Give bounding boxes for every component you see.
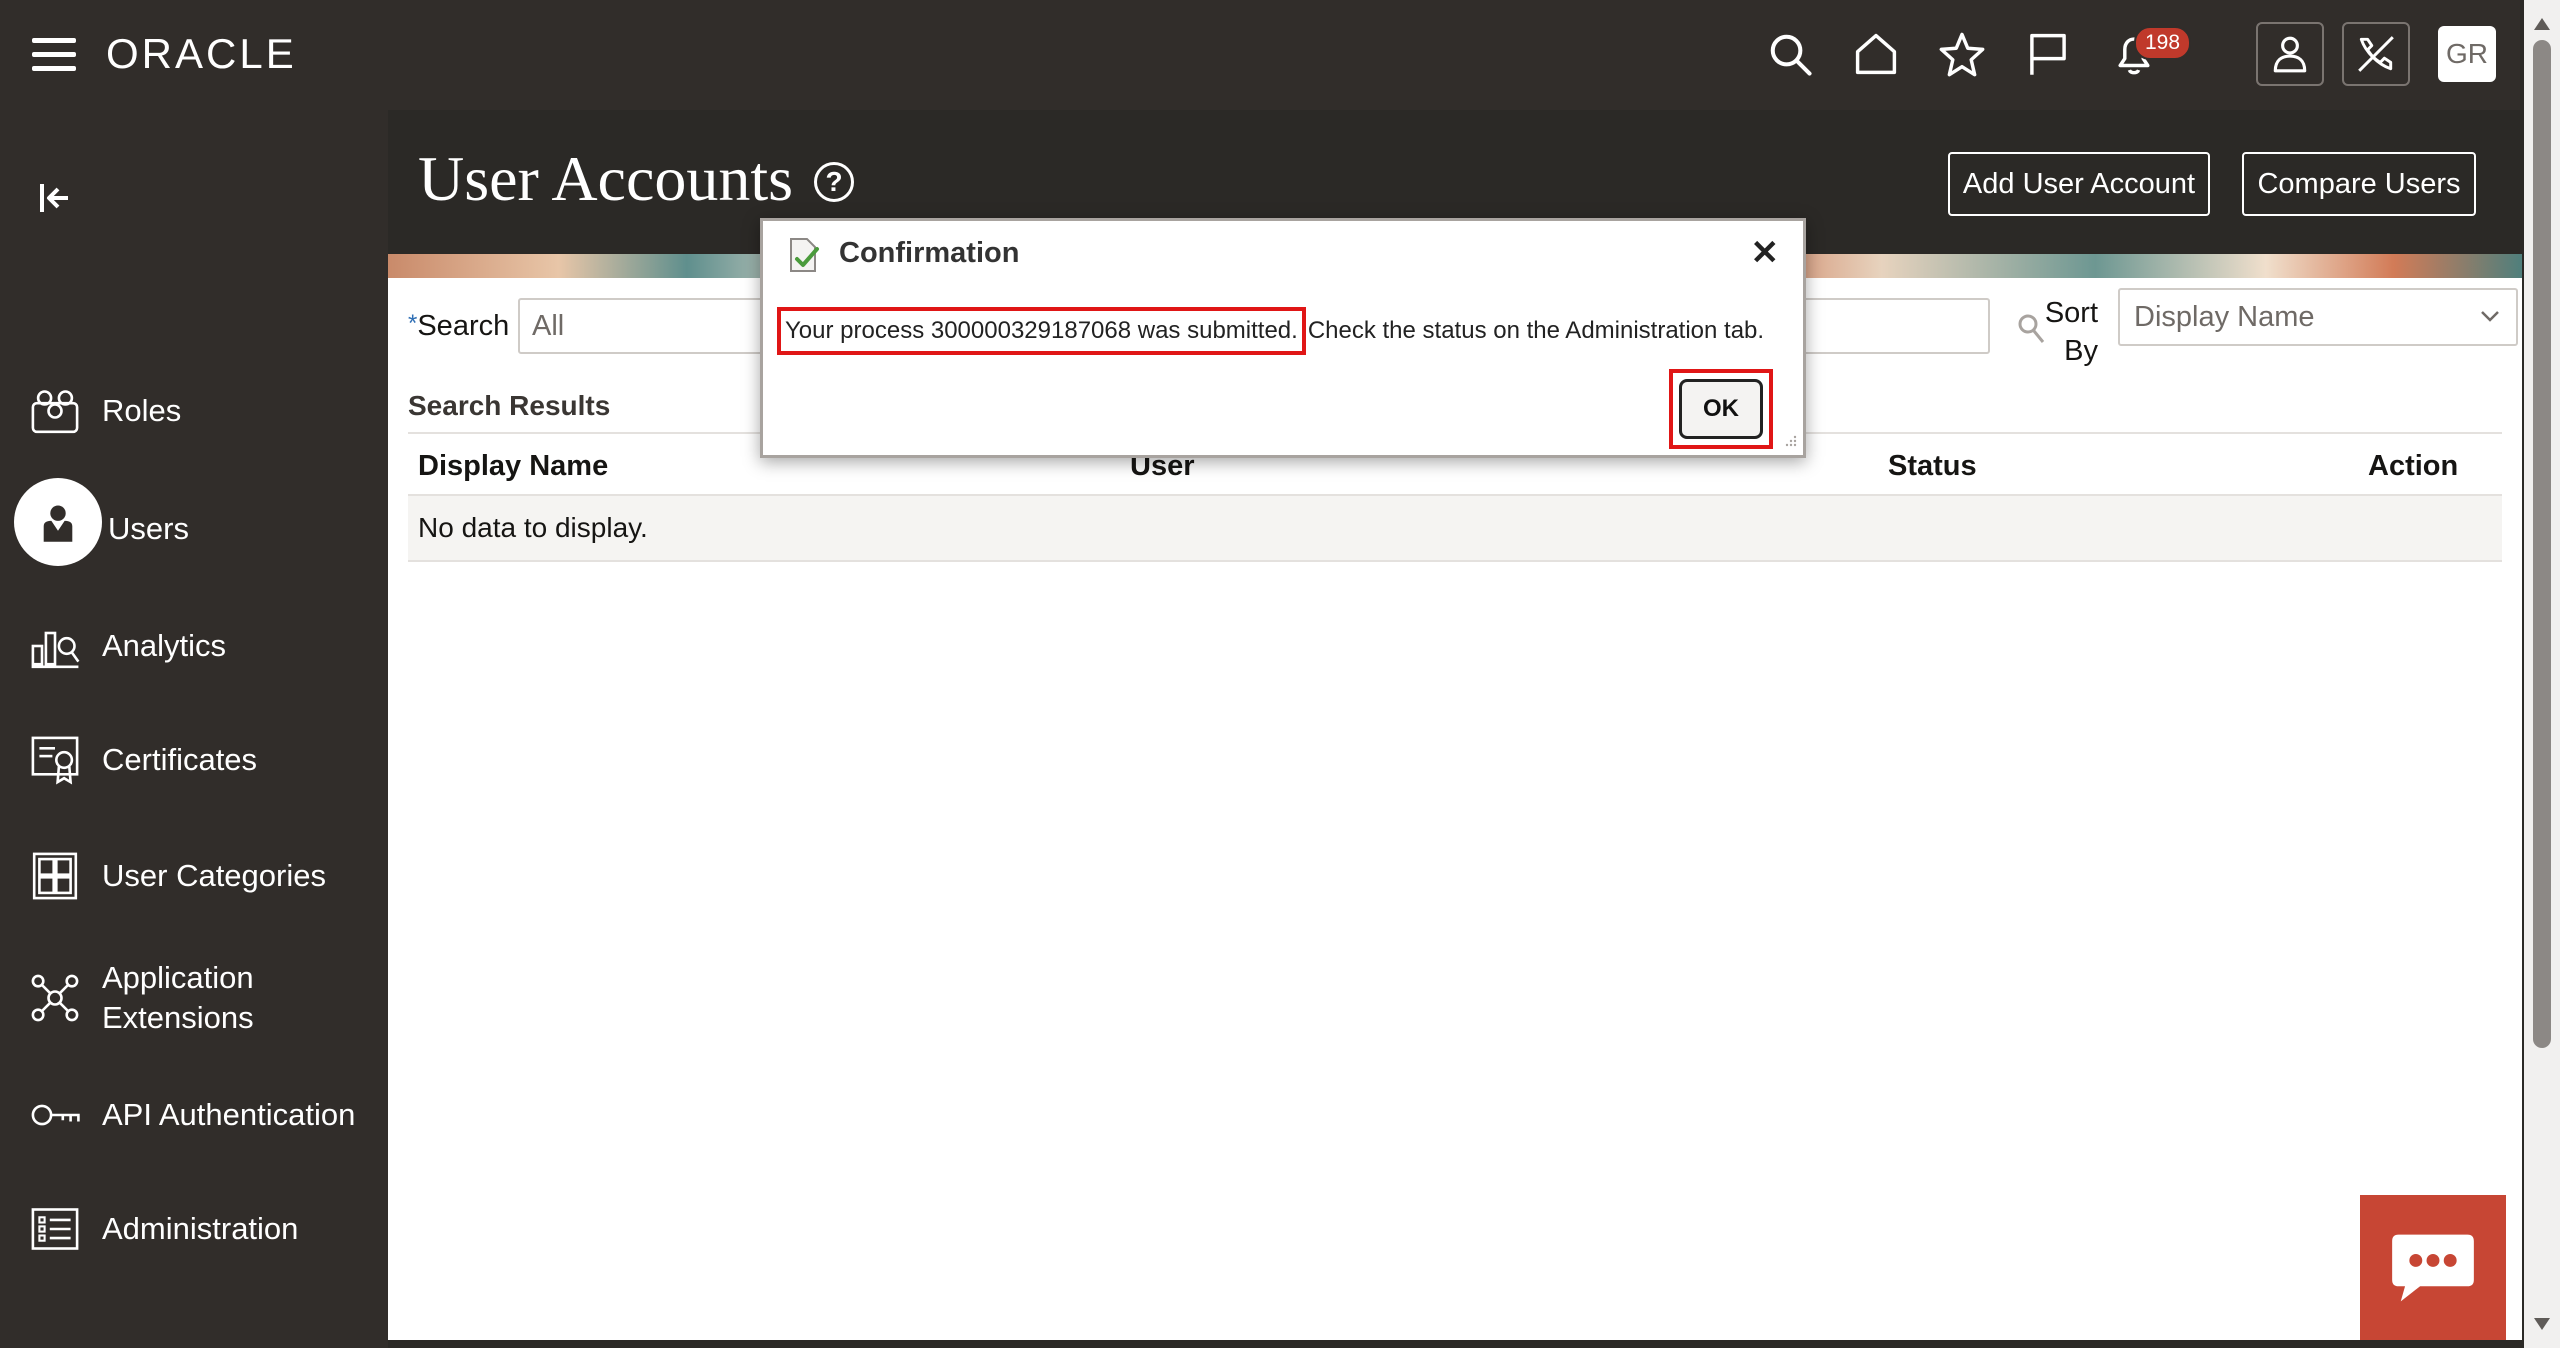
scroll-thumb[interactable] [2533, 40, 2551, 1048]
scroll-up-arrow[interactable] [2534, 18, 2550, 30]
chat-icon [2392, 1234, 2474, 1301]
user-profile-icon[interactable] [2256, 22, 2324, 86]
star-icon[interactable] [1932, 24, 1992, 84]
search-label: *Search [408, 310, 510, 342]
column-header[interactable]: Display Name [418, 450, 608, 483]
empty-message: No data to display. [418, 512, 648, 543]
sidebar-item-administration[interactable]: Administration [26, 1200, 298, 1258]
confirmation-dialog: Confirmation ✕ Your process 300000329187… [760, 218, 1806, 458]
sidebar-item-label: Users [108, 511, 189, 546]
sidebar-item-label: User Categories [102, 858, 326, 893]
oracle-logo: ORACLE [106, 30, 297, 77]
chevron-down-icon [2481, 311, 2499, 322]
sidebar-item-api-authentication[interactable]: API Authentication [26, 1086, 355, 1144]
compare-users-button[interactable]: Compare Users [2242, 152, 2476, 216]
ok-button[interactable]: OK [1679, 379, 1763, 439]
confirmation-document-icon [790, 238, 819, 272]
certificate-icon [26, 731, 84, 789]
ok-button-highlight: OK [1669, 369, 1773, 449]
resize-grip-icon[interactable] [1783, 435, 1797, 449]
sidebar-item-label: Roles [102, 393, 182, 428]
avatar[interactable]: GR [2438, 26, 2496, 82]
application-extensions-icon [26, 969, 84, 1027]
search-results-title: Search Results [408, 390, 611, 421]
help-icon[interactable]: ? [814, 162, 854, 202]
sort-by-label: Sort By [2044, 297, 2098, 367]
accessibility-icon[interactable] [2342, 22, 2410, 86]
notification-count-badge: 198 [2134, 26, 2192, 60]
search-icon[interactable] [1760, 24, 1820, 84]
sidebar-item-application-extensions[interactable]: Application Extensions [26, 958, 302, 1038]
add-user-account-button[interactable]: Add User Account [1948, 152, 2210, 216]
collapse-sidebar-icon[interactable] [36, 178, 76, 218]
process-submitted-text: Your process 300000329187068 was submitt… [777, 307, 1306, 355]
administration-icon [26, 1200, 84, 1258]
sidebar [0, 110, 388, 1348]
chat-button[interactable] [2360, 1195, 2506, 1340]
sidebar-item-label: Certificates [102, 742, 258, 777]
sidebar-item-label: Administration [102, 1211, 299, 1246]
page-title: User Accounts [418, 143, 794, 214]
sort-by-select[interactable]: Display Name [2118, 288, 2518, 346]
column-header[interactable]: Status [1888, 450, 1977, 483]
roles-icon [26, 382, 84, 440]
status-hint-text: Check the status on the Administration t… [1307, 317, 1765, 344]
sidebar-item-label: Analytics [102, 628, 227, 663]
sidebar-item-user-categories[interactable]: User Categories [26, 847, 326, 905]
user-categories-icon [26, 847, 84, 905]
scroll-down-arrow[interactable] [2534, 1318, 2550, 1330]
dialog-message: Your process 300000329187068 was submitt… [777, 307, 1764, 355]
sidebar-item-label: Application Extensions [102, 960, 254, 1035]
analytics-icon [26, 617, 84, 675]
sidebar-item-analytics[interactable]: Analytics [26, 617, 226, 675]
users-icon [43, 505, 73, 542]
key-icon [26, 1086, 84, 1144]
sidebar-item-label: API Authentication [102, 1097, 356, 1132]
vertical-scrollbar[interactable] [2524, 0, 2560, 1348]
close-icon[interactable]: ✕ [1751, 235, 1780, 271]
column-header: Action [2368, 450, 2459, 482]
dialog-title: Confirmation [839, 237, 1020, 269]
sidebar-item-users[interactable]: Users [108, 509, 189, 549]
sidebar-item-roles[interactable]: Roles [26, 382, 181, 440]
menu-icon[interactable] [32, 38, 76, 74]
top-bar: ORACLE 198 GR [0, 0, 2520, 110]
table-row: No data to display. [408, 496, 2502, 562]
sidebar-item-certificates[interactable]: Certificates [26, 731, 257, 789]
flag-icon[interactable] [2018, 24, 2078, 84]
active-nav-indicator [14, 478, 102, 566]
home-icon[interactable] [1846, 24, 1906, 84]
